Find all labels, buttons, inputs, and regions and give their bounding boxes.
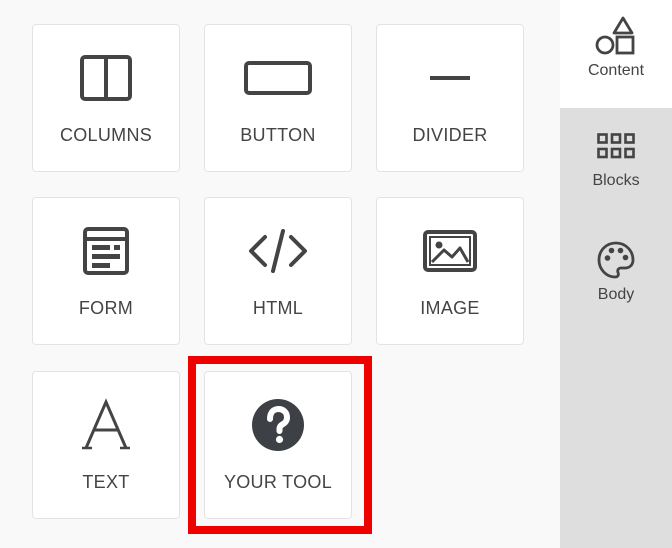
- tool-image[interactable]: IMAGE: [376, 197, 524, 345]
- tool-label: FORM: [78, 298, 134, 318]
- form-icon: [33, 224, 179, 278]
- tab-blocks[interactable]: Blocks: [560, 124, 672, 214]
- shapes-icon: [560, 14, 672, 58]
- tab-label: Content: [587, 62, 645, 79]
- tool-divider[interactable]: DIVIDER: [376, 24, 524, 172]
- tool-label: COLUMNS: [59, 125, 153, 145]
- grid-icon: [560, 124, 672, 168]
- tool-button[interactable]: BUTTON: [204, 24, 352, 172]
- highlight-frame: [188, 356, 372, 534]
- tool-label: DIVIDER: [412, 125, 488, 145]
- tab-label: Body: [597, 286, 635, 303]
- tool-label: BUTTON: [240, 125, 316, 145]
- tool-label: HTML: [252, 298, 304, 318]
- tab-label: Blocks: [592, 172, 640, 189]
- columns-icon: [33, 51, 179, 105]
- palette-icon: [560, 238, 672, 282]
- tab-content[interactable]: Content: [560, 0, 672, 108]
- tool-label: IMAGE: [420, 298, 480, 318]
- image-icon: [377, 224, 523, 278]
- code-icon: [205, 224, 351, 278]
- tool-text[interactable]: TEXT: [32, 371, 180, 519]
- tool-columns[interactable]: COLUMNS: [32, 24, 180, 172]
- tool-form[interactable]: FORM: [32, 197, 180, 345]
- button-icon: [205, 51, 351, 105]
- tool-label: TEXT: [82, 472, 130, 492]
- divider-icon: [377, 51, 523, 105]
- text-icon: [33, 398, 179, 452]
- sidebar-tabs: Content Blocks Body: [560, 0, 672, 548]
- tool-html[interactable]: HTML: [204, 197, 352, 345]
- tab-body[interactable]: Body: [560, 238, 672, 328]
- tools-panel: COLUMNS BUTTON DIVIDER FORM HTML IMAGE T…: [0, 0, 560, 548]
